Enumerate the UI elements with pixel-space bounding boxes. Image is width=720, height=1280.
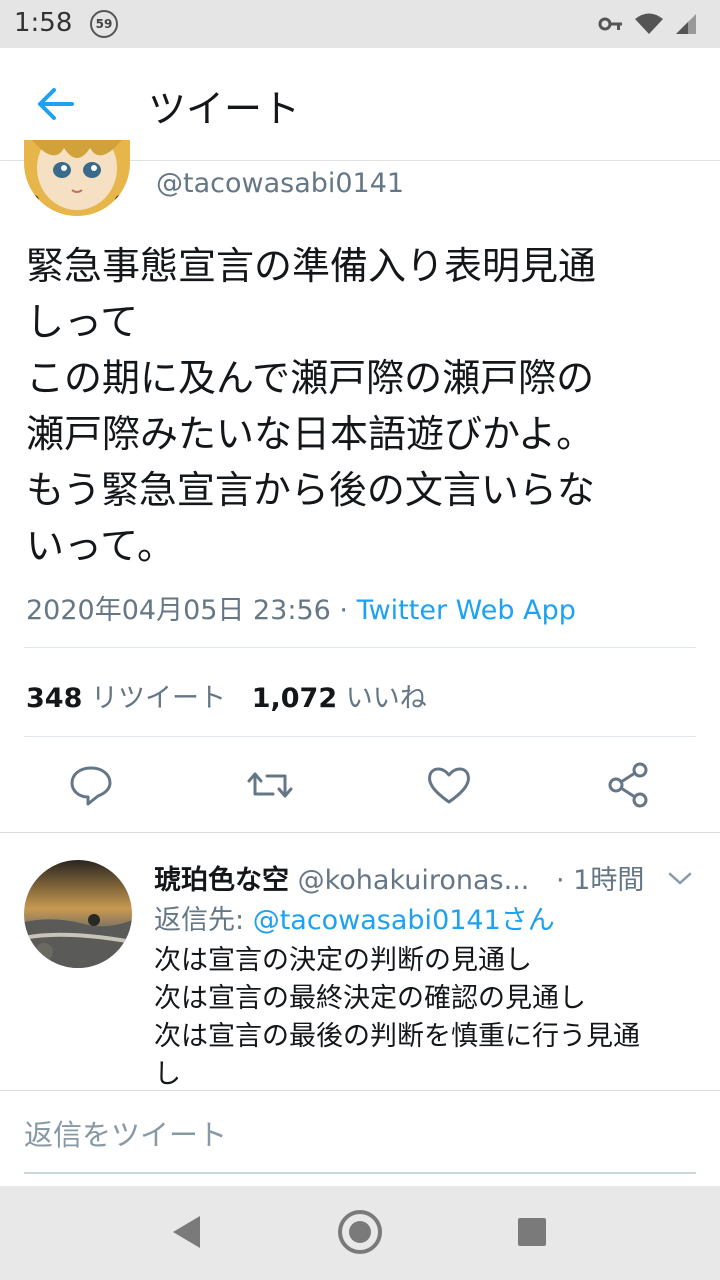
chevron-down-icon[interactable] <box>668 868 692 888</box>
tweet-stats: 348 リツイート 1,072 いいね <box>26 676 427 715</box>
reply-avatar-image <box>24 860 132 968</box>
author-handle[interactable]: @tacowasabi0141 <box>156 168 404 199</box>
author-avatar[interactable] <box>24 140 130 216</box>
reply-compose-input[interactable]: 返信をツイート <box>24 1112 696 1174</box>
author-avatar-image <box>24 140 130 216</box>
retweets-count: 348 <box>26 683 83 714</box>
nav-recents-icon[interactable] <box>516 1216 548 1248</box>
likes-label: いいね <box>345 683 427 714</box>
reply-author-name[interactable]: 琥珀色な空 <box>154 865 289 896</box>
tweet-source-link[interactable]: Twitter Web App <box>357 595 576 626</box>
reply-author-avatar[interactable] <box>24 860 132 968</box>
reply-to-label: 返信先: <box>154 905 253 936</box>
divider <box>0 1090 720 1091</box>
system-nav-bar <box>0 1186 720 1280</box>
tweet-text: 緊急事態宣言の準備入り表明見通 しって この期に及んで瀬戸際の瀬戸際の 瀬戸際み… <box>26 244 597 568</box>
wifi-icon <box>635 13 663 34</box>
likes-stat[interactable]: 1,072 いいね <box>252 683 427 714</box>
retweets-label: リツイート <box>90 683 226 714</box>
status-time: 1:58 <box>14 8 73 38</box>
like-icon[interactable] <box>424 760 474 810</box>
share-icon[interactable] <box>604 760 654 810</box>
tweet-timestamp: 2020年04月05日 23:56 <box>26 595 331 626</box>
likes-count: 1,072 <box>251 683 338 714</box>
reply-to-mention[interactable]: @tacowasabi0141さん <box>253 905 555 936</box>
notification-count-badge: 59 <box>90 10 118 38</box>
tweet-meta: 2020年04月05日 23:56 · Twitter Web App <box>26 588 576 627</box>
reply-to-line: 返信先: @tacowasabi0141さん <box>154 898 555 937</box>
arrow-left-icon[interactable] <box>36 86 76 122</box>
page-title: ツイート <box>148 87 301 131</box>
retweets-stat[interactable]: 348 リツイート <box>26 683 226 714</box>
reply-icon[interactable] <box>66 760 116 810</box>
nav-home-icon[interactable] <box>336 1208 384 1256</box>
reply-author-handle[interactable]: @kohakuironas... <box>298 865 530 896</box>
divider <box>24 736 696 737</box>
tweet-actions <box>0 760 720 820</box>
system-icons <box>598 10 698 38</box>
signal-icon <box>676 14 696 34</box>
reply-text: 次は宣言の決定の判断の見通し 次は宣言の最終決定の確認の見通し 次は宣言の最後の… <box>154 945 640 1090</box>
divider <box>24 647 696 648</box>
divider <box>0 832 720 833</box>
status-bar: 1:58 59 <box>0 0 720 48</box>
nav-back-icon[interactable] <box>170 1214 204 1250</box>
reply-header: 琥珀色な空 @kohakuironas... <box>154 858 529 897</box>
retweet-icon[interactable] <box>245 760 295 810</box>
key-icon <box>598 17 622 31</box>
reply-time: · 1時間 <box>556 865 645 896</box>
meta-separator: · <box>330 595 357 626</box>
